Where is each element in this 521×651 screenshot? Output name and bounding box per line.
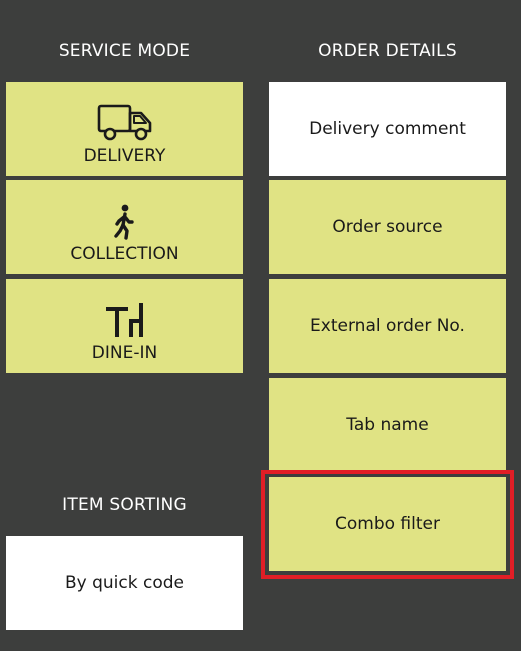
table-chairs-icon bbox=[104, 301, 146, 339]
collection-button[interactable]: COLLECTION bbox=[6, 180, 243, 274]
delivery-comment-button[interactable]: Delivery comment bbox=[269, 82, 506, 176]
delivery-label: DELIVERY bbox=[83, 146, 166, 166]
dine-in-label: DINE-IN bbox=[91, 343, 158, 363]
collection-label: COLLECTION bbox=[70, 244, 179, 264]
combo-filter-button[interactable]: Combo filter bbox=[269, 477, 506, 571]
service-mode-title: SERVICE MODE bbox=[58, 41, 191, 61]
walking-person-icon bbox=[113, 204, 137, 240]
tab-name-button[interactable]: Tab name bbox=[269, 378, 506, 472]
dine-in-button[interactable]: DINE-IN bbox=[6, 279, 243, 373]
item-sorting-title: ITEM SORTING bbox=[62, 495, 187, 515]
delivery-button[interactable]: DELIVERY bbox=[6, 82, 243, 176]
order-details-title: ORDER DETAILS bbox=[318, 41, 457, 61]
external-order-no-button[interactable]: External order No. bbox=[269, 279, 506, 373]
delivery-truck-icon bbox=[97, 104, 153, 142]
order-source-button[interactable]: Order source bbox=[269, 180, 506, 274]
sort-by-quick-code-button[interactable]: By quick code bbox=[6, 536, 243, 630]
